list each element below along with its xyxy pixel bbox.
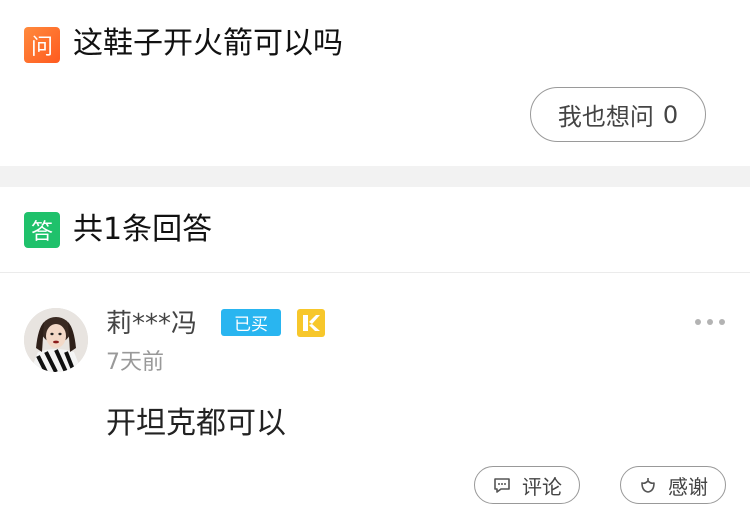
answer-item: 莉***冯 已买 7天前 开坦克都可以 评论 感谢 (0, 274, 750, 529)
avatar-image (24, 308, 88, 372)
comment-label: 评论 (522, 474, 562, 499)
section-divider (0, 166, 750, 187)
flower-icon (638, 475, 658, 495)
answers-count: 共1条回答 (73, 212, 213, 247)
thanks-label: 感谢 (668, 474, 708, 499)
comment-icon (492, 475, 512, 495)
answer-time: 7天前 (106, 350, 164, 375)
ask-too-count: 0 (662, 100, 679, 129)
avatar[interactable] (24, 308, 88, 372)
question-title: 这鞋子开火箭可以吗 (73, 26, 343, 61)
vip-badge-icon (297, 309, 325, 337)
ask-too-label: 我也想问 (557, 103, 654, 131)
question-section: 问 这鞋子开火箭可以吗 我也想问 0 (0, 0, 750, 166)
answers-header: 答 共1条回答 (0, 187, 750, 273)
more-icon[interactable] (695, 314, 725, 330)
question-badge: 问 (24, 27, 60, 63)
answer-badge: 答 (24, 212, 60, 248)
comment-button[interactable]: 评论 (474, 466, 580, 504)
user-name[interactable]: 莉***冯 (106, 306, 197, 342)
bought-tag: 已买 (221, 309, 281, 336)
thanks-button[interactable]: 感谢 (620, 466, 726, 504)
ask-too-button[interactable]: 我也想问 0 (530, 87, 706, 142)
answer-text: 开坦克都可以 (106, 406, 286, 441)
